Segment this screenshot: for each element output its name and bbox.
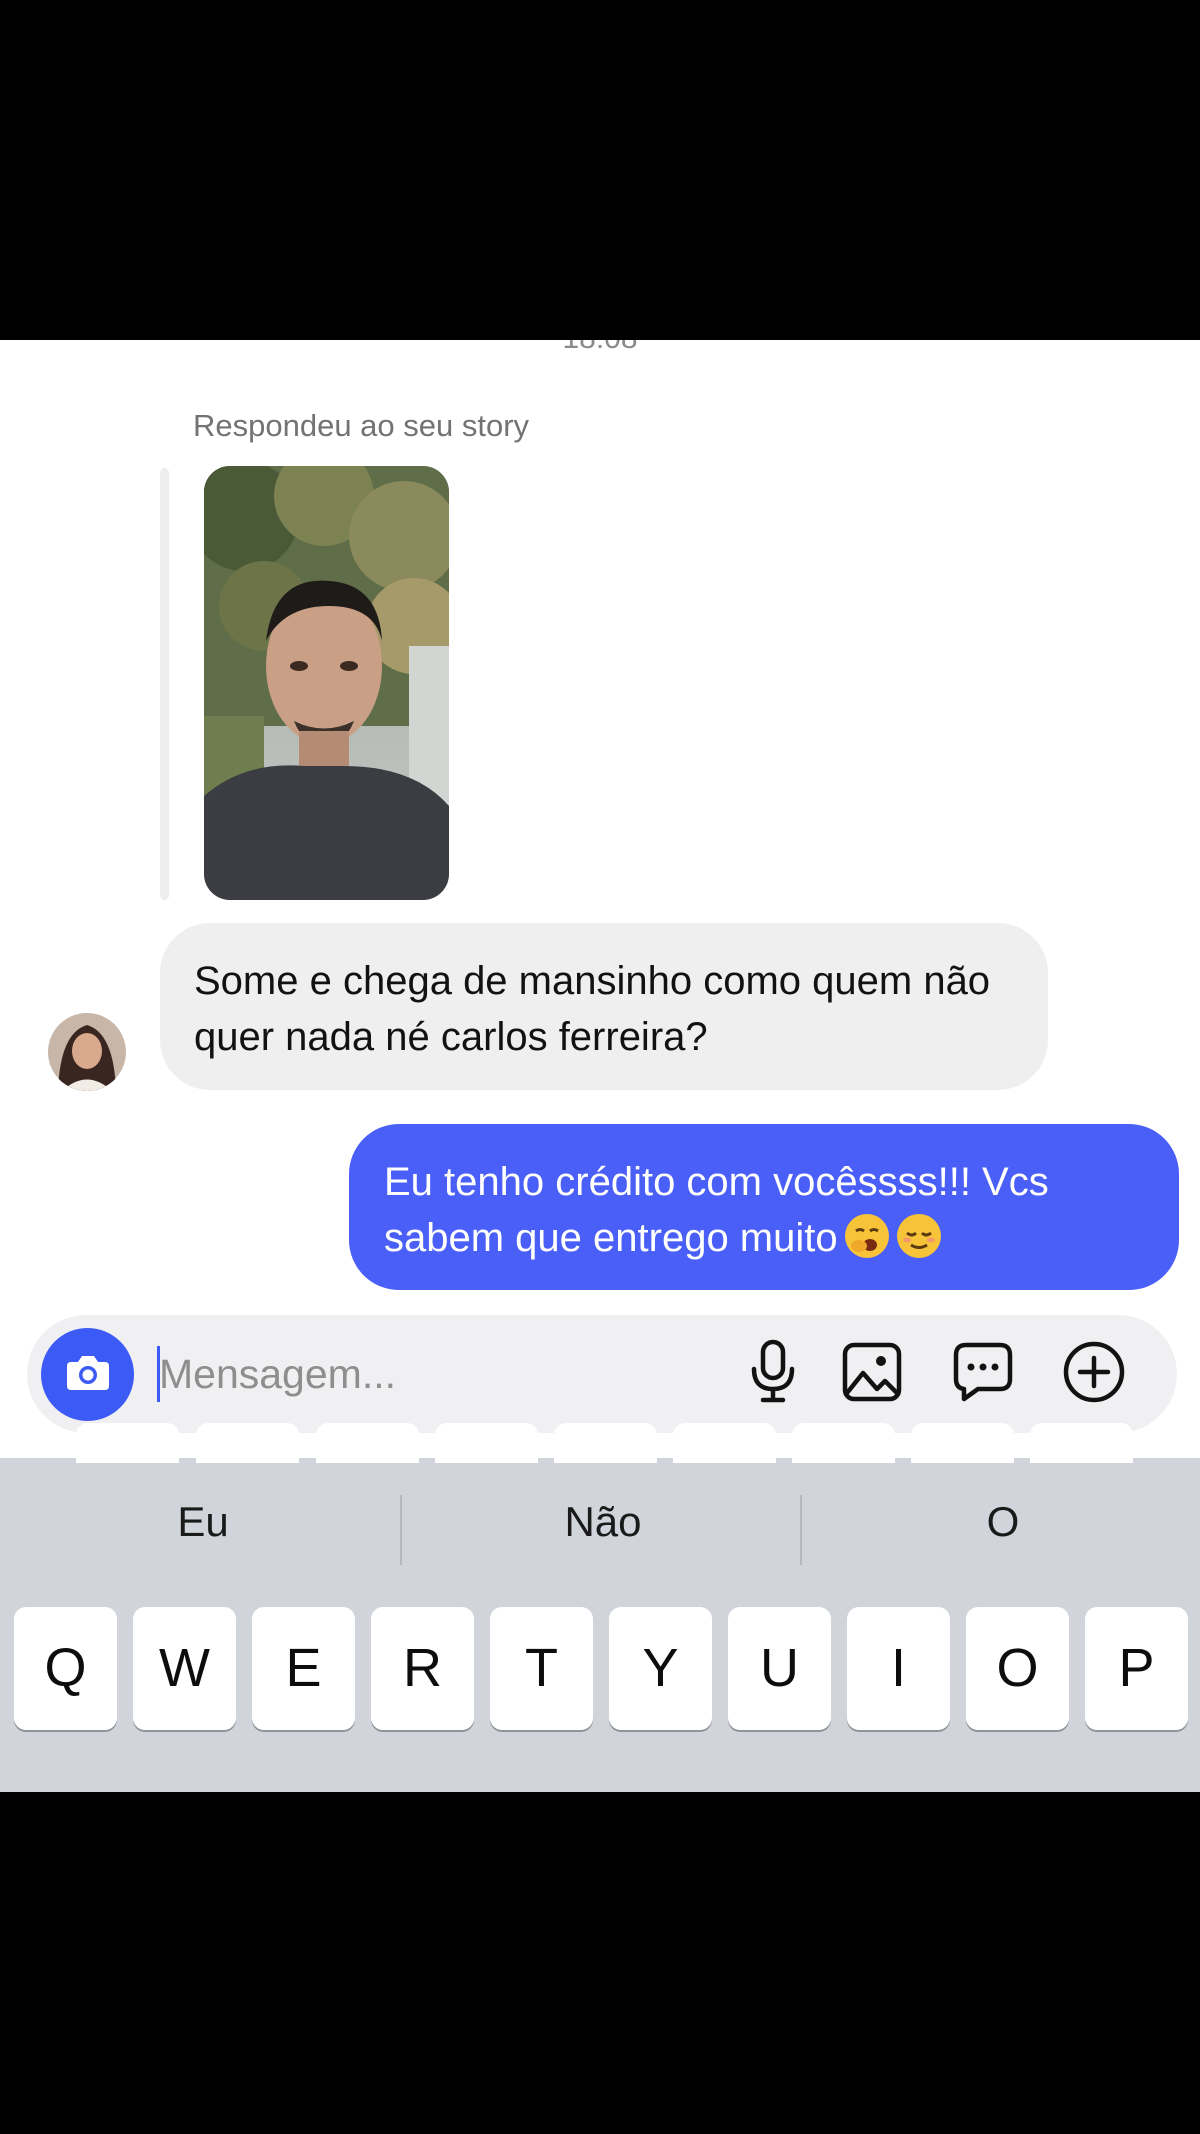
camera-icon: [65, 1352, 111, 1397]
message-timestamp: 18:08: [0, 340, 1200, 356]
key-y[interactable]: Y: [609, 1607, 712, 1730]
key-partial[interactable]: [554, 1423, 657, 1463]
suggestion-3[interactable]: O: [803, 1498, 1200, 1546]
key-i[interactable]: I: [847, 1607, 950, 1730]
chat-screen: 18:08 Respondeu ao seu story: [0, 340, 1200, 1792]
key-partial[interactable]: [316, 1423, 419, 1463]
suggestion-1[interactable]: Eu: [3, 1498, 403, 1546]
key-q[interactable]: Q: [14, 1607, 117, 1730]
microphone-button[interactable]: [734, 1335, 812, 1413]
key-t[interactable]: T: [490, 1607, 593, 1730]
key-u[interactable]: U: [728, 1607, 831, 1730]
key-partial[interactable]: [673, 1423, 776, 1463]
message-composer: [27, 1315, 1177, 1433]
sticker-button[interactable]: [944, 1335, 1022, 1413]
camera-button[interactable]: [41, 1328, 134, 1421]
gallery-button[interactable]: [833, 1335, 911, 1413]
keyboard: Eu Não O Q W E R T Y U I O P: [0, 1458, 1200, 1792]
yawning-face-emoji-icon: [844, 1213, 890, 1259]
key-partial[interactable]: [911, 1423, 1014, 1463]
suggestion-divider: [800, 1495, 802, 1565]
reply-quote-bar: [160, 468, 169, 900]
story-thumbnail[interactable]: [204, 466, 449, 900]
story-reply-label: Respondeu ao seu story: [193, 408, 530, 443]
message-input[interactable]: [159, 1341, 719, 1407]
outgoing-message-bubble[interactable]: Eu tenho crédito com vocêssss!!! Vcs sab…: [349, 1124, 1179, 1290]
key-partial[interactable]: [435, 1423, 538, 1463]
story-image: [204, 466, 449, 900]
avatar-image: [48, 1013, 126, 1091]
key-w[interactable]: W: [133, 1607, 236, 1730]
key-r[interactable]: R: [371, 1607, 474, 1730]
gallery-icon: [841, 1341, 903, 1408]
suggestion-divider: [400, 1495, 402, 1565]
key-partial[interactable]: [792, 1423, 895, 1463]
key-partial[interactable]: [196, 1423, 299, 1463]
key-o[interactable]: O: [966, 1607, 1069, 1730]
microphone-icon: [748, 1339, 798, 1410]
incoming-message-text: Some e chega de mansinho como quem não q…: [194, 959, 991, 1059]
bottom-black-band: [0, 1792, 1200, 2134]
relieved-face-emoji-icon: [896, 1213, 942, 1259]
key-e[interactable]: E: [252, 1607, 355, 1730]
suggestion-2[interactable]: Não: [403, 1498, 803, 1546]
key-partial[interactable]: [1030, 1423, 1133, 1463]
key-partial[interactable]: [76, 1423, 179, 1463]
plus-icon: [1062, 1340, 1126, 1409]
contact-avatar[interactable]: [48, 1013, 126, 1091]
sticker-icon: [952, 1341, 1014, 1408]
key-p[interactable]: P: [1085, 1607, 1188, 1730]
incoming-message-bubble[interactable]: Some e chega de mansinho como quem não q…: [160, 923, 1048, 1090]
more-options-button[interactable]: [1055, 1335, 1133, 1413]
outgoing-message-text: Eu tenho crédito com vocêssss!!! Vcs sab…: [384, 1160, 1049, 1260]
